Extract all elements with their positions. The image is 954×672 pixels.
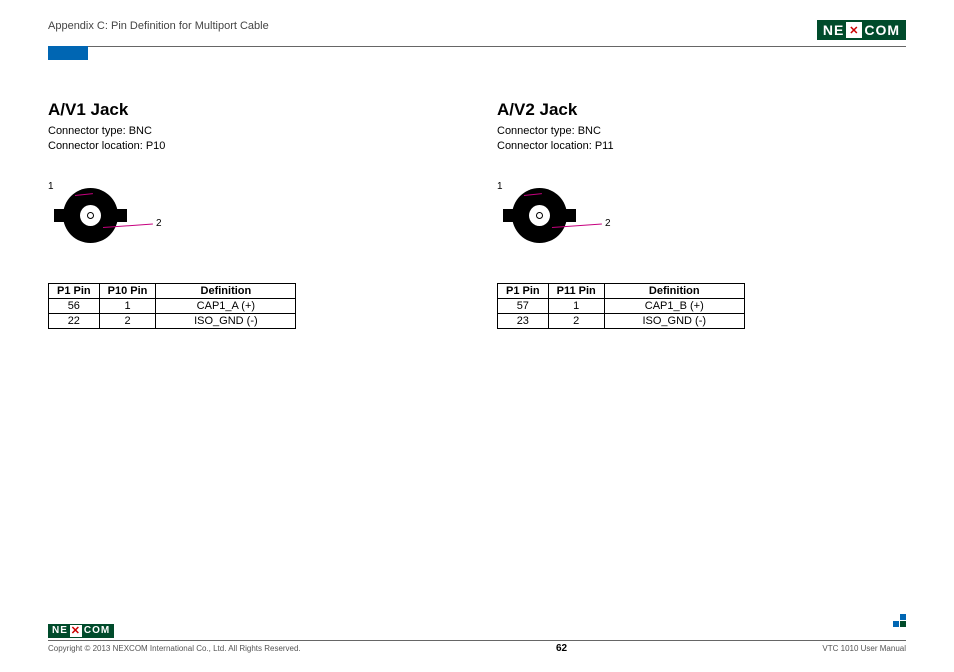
th-p1pin: P1 Pin [498,283,549,298]
appendix-title: Appendix C: Pin Definition for Multiport… [48,20,269,32]
connector-type: Connector type: BNC [497,124,906,139]
table-row: 23 2 ISO_GND (-) [498,313,745,328]
footer-logo: NE COM [48,620,906,638]
copyright-text: Copyright © 2013 NEXCOM International Co… [48,644,301,653]
jack-av1-section: A/V1 Jack Connector type: BNC Connector … [48,100,457,329]
th-definition: Definition [156,283,296,298]
connector-location: Connector location: P10 [48,139,457,154]
page-header: Appendix C: Pin Definition for Multiport… [48,20,906,40]
bnc-diagram: 1 2 [48,183,198,253]
jack-subinfo: Connector type: BNC Connector location: … [48,124,457,155]
jack-title: A/V2 Jack [497,100,906,120]
nexcom-logo: NE COM [817,20,906,40]
manual-name: VTC 1010 User Manual [822,644,906,653]
page-footer: NE COM Copyright © 2013 NEXCOM Internati… [48,620,906,654]
logo-text-right: COM [864,22,900,38]
cell-definition: ISO_GND (-) [604,313,744,328]
table-header-row: P1 Pin P11 Pin Definition [498,283,745,298]
table-row: 22 2 ISO_GND (-) [49,313,296,328]
logo-text-left: NE [52,625,68,636]
footer-deco-icon [892,614,906,628]
pin-label-1: 1 [497,181,503,192]
cell-pxpin: 1 [548,298,604,313]
pin-label-2: 2 [605,218,611,229]
logo-x-icon [70,625,82,637]
bnc-core-icon [87,212,94,219]
cell-definition: CAP1_A (+) [156,298,296,313]
pin-label-2: 2 [156,218,162,229]
table-row: 57 1 CAP1_B (+) [498,298,745,313]
cell-p1pin: 22 [49,313,100,328]
jack-av2-section: A/V2 Jack Connector type: BNC Connector … [497,100,906,329]
logo-x-icon [846,22,862,38]
page-number: 62 [556,643,567,654]
header-accent-block [48,46,88,60]
cell-p1pin: 23 [498,313,549,328]
pin-definition-table: P1 Pin P10 Pin Definition 56 1 CAP1_A (+… [48,283,296,329]
cell-pxpin: 2 [99,313,156,328]
cell-definition: ISO_GND (-) [156,313,296,328]
cell-definition: CAP1_B (+) [604,298,744,313]
th-pxpin: P10 Pin [99,283,156,298]
cell-pxpin: 1 [99,298,156,313]
footer-rule [48,640,906,641]
bnc-core-icon [536,212,543,219]
connector-location: Connector location: P11 [497,139,906,154]
bnc-diagram: 1 2 [497,183,647,253]
jack-title: A/V1 Jack [48,100,457,120]
th-definition: Definition [604,283,744,298]
connector-type: Connector type: BNC [48,124,457,139]
jack-subinfo: Connector type: BNC Connector location: … [497,124,906,155]
cell-pxpin: 2 [548,313,604,328]
pin-label-1: 1 [48,181,54,192]
cell-p1pin: 57 [498,298,549,313]
logo-text-right: COM [84,625,110,636]
main-content: A/V1 Jack Connector type: BNC Connector … [48,100,906,329]
table-row: 56 1 CAP1_A (+) [49,298,296,313]
header-rule [48,46,906,47]
pin-definition-table: P1 Pin P11 Pin Definition 57 1 CAP1_B (+… [497,283,745,329]
th-p1pin: P1 Pin [49,283,100,298]
cell-p1pin: 56 [49,298,100,313]
table-header-row: P1 Pin P10 Pin Definition [49,283,296,298]
th-pxpin: P11 Pin [548,283,604,298]
logo-text-left: NE [823,22,844,38]
